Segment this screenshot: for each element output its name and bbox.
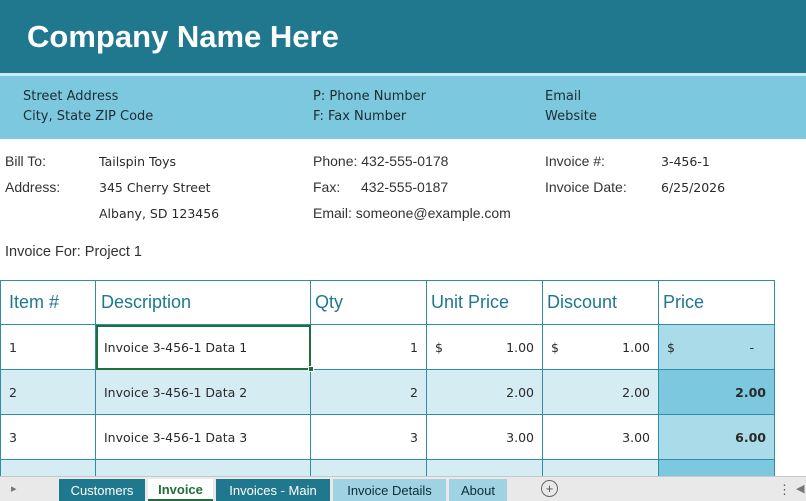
title-bar: Company Name Here: [0, 0, 806, 73]
triangle-left-icon[interactable]: ◀: [796, 482, 804, 495]
unit-price-cell[interactable]: [427, 460, 543, 476]
address-label: Address:: [5, 179, 61, 195]
table-row: 3 Invoice 3-456-1 Data 3 3 3.00 3.00 6.0…: [0, 415, 775, 460]
unit-price-cell[interactable]: $ 1.00: [427, 325, 543, 370]
tab-customers[interactable]: Customers: [59, 479, 145, 501]
header-description[interactable]: Description: [96, 281, 311, 325]
address-band: Street Address City, State ZIP Code P: P…: [0, 76, 806, 139]
currency-symbol: $: [435, 339, 443, 355]
vertical-ellipsis-icon[interactable]: ⋮: [778, 482, 791, 498]
discount-cell[interactable]: 3.00: [543, 415, 659, 460]
header-qty[interactable]: Qty: [311, 281, 427, 325]
item-number-cell[interactable]: [0, 460, 96, 476]
item-number-cell[interactable]: 1: [0, 325, 96, 370]
header-discount[interactable]: Discount: [543, 281, 659, 325]
item-number-cell[interactable]: 2: [0, 370, 96, 415]
customer-fax-label: Fax:: [313, 179, 341, 195]
discount-cell[interactable]: [543, 460, 659, 476]
qty-cell[interactable]: 3: [311, 415, 427, 460]
unit-price-cell[interactable]: 3.00: [427, 415, 543, 460]
email[interactable]: Email: [545, 89, 581, 104]
header-unit-price[interactable]: Unit Price: [427, 281, 543, 325]
qty-cell[interactable]: [311, 460, 427, 476]
tab-invoice[interactable]: Invoice: [148, 479, 213, 501]
bill-to-label: Bill To:: [5, 153, 46, 169]
table-row: 1 Invoice 3-456-1 Data 1 1 $ 1.00 $ 1.00…: [0, 325, 775, 370]
tab-about[interactable]: About: [449, 479, 507, 501]
currency-symbol: $: [551, 339, 559, 355]
invoice-for[interactable]: Invoice For: Project 1: [5, 244, 142, 260]
unit-price-value: 1.00: [506, 339, 534, 355]
triangle-left-icon[interactable]: ▸: [11, 482, 17, 495]
website[interactable]: Website: [545, 109, 597, 124]
city-state-zip[interactable]: City, State ZIP Code: [23, 109, 153, 124]
invoice-number-label: Invoice #:: [545, 153, 605, 169]
qty-cell[interactable]: 1: [311, 325, 427, 370]
discount-cell[interactable]: 2.00: [543, 370, 659, 415]
currency-symbol: $: [667, 339, 675, 355]
price-cell[interactable]: 6.00: [659, 415, 775, 460]
description-cell[interactable]: Invoice 3-456-1 Data 1: [96, 325, 311, 370]
street-address[interactable]: Street Address: [23, 89, 118, 104]
fax-number[interactable]: F: Fax Number: [313, 109, 406, 124]
unit-price-cell[interactable]: 2.00: [427, 370, 543, 415]
tab-invoices-main[interactable]: Invoices - Main: [216, 479, 330, 501]
customer-fax-value[interactable]: 432-555-0187: [361, 179, 448, 195]
invoice-number-value[interactable]: 3-456-1: [661, 154, 710, 169]
phone-number[interactable]: P: Phone Number: [313, 89, 426, 104]
table-header-row: Item # Description Qty Unit Price Discou…: [0, 280, 775, 325]
price-value: -: [749, 339, 754, 355]
description-cell[interactable]: Invoice 3-456-1 Data 2: [96, 370, 311, 415]
description-cell[interactable]: Invoice 3-456-1 Data 3: [96, 415, 311, 460]
company-name[interactable]: Company Name Here: [27, 19, 339, 55]
customer-phone[interactable]: Phone: 432-555-0178: [313, 153, 448, 169]
fill-handle[interactable]: [308, 366, 314, 372]
discount-value: 1.00: [622, 339, 650, 355]
price-cell[interactable]: [659, 460, 775, 476]
table-row: [0, 460, 775, 476]
invoice-date-value[interactable]: 6/25/2026: [661, 180, 725, 195]
qty-cell[interactable]: 2: [311, 370, 427, 415]
plus-circle-icon[interactable]: +: [541, 480, 558, 497]
item-number-cell[interactable]: 3: [0, 415, 96, 460]
description-cell[interactable]: [96, 460, 311, 476]
address-line-1[interactable]: 345 Cherry Street: [99, 180, 211, 195]
invoice-date-label: Invoice Date:: [545, 179, 627, 195]
header-price[interactable]: Price: [659, 281, 775, 325]
address-line-2[interactable]: Albany, SD 123456: [99, 206, 219, 221]
price-cell[interactable]: $ -: [659, 325, 775, 370]
price-cell[interactable]: 2.00: [659, 370, 775, 415]
tab-invoice-details[interactable]: Invoice Details: [333, 479, 446, 501]
bill-to-value[interactable]: Tailspin Toys: [99, 154, 176, 169]
discount-cell[interactable]: $ 1.00: [543, 325, 659, 370]
header-item-number[interactable]: Item #: [0, 281, 96, 325]
customer-email[interactable]: Email: someone@example.com: [313, 205, 511, 221]
sheet-tab-bar: ▸ Customers Invoice Invoices - Main Invo…: [0, 476, 806, 501]
table-row: 2 Invoice 3-456-1 Data 2 2 2.00 2.00 2.0…: [0, 370, 775, 415]
